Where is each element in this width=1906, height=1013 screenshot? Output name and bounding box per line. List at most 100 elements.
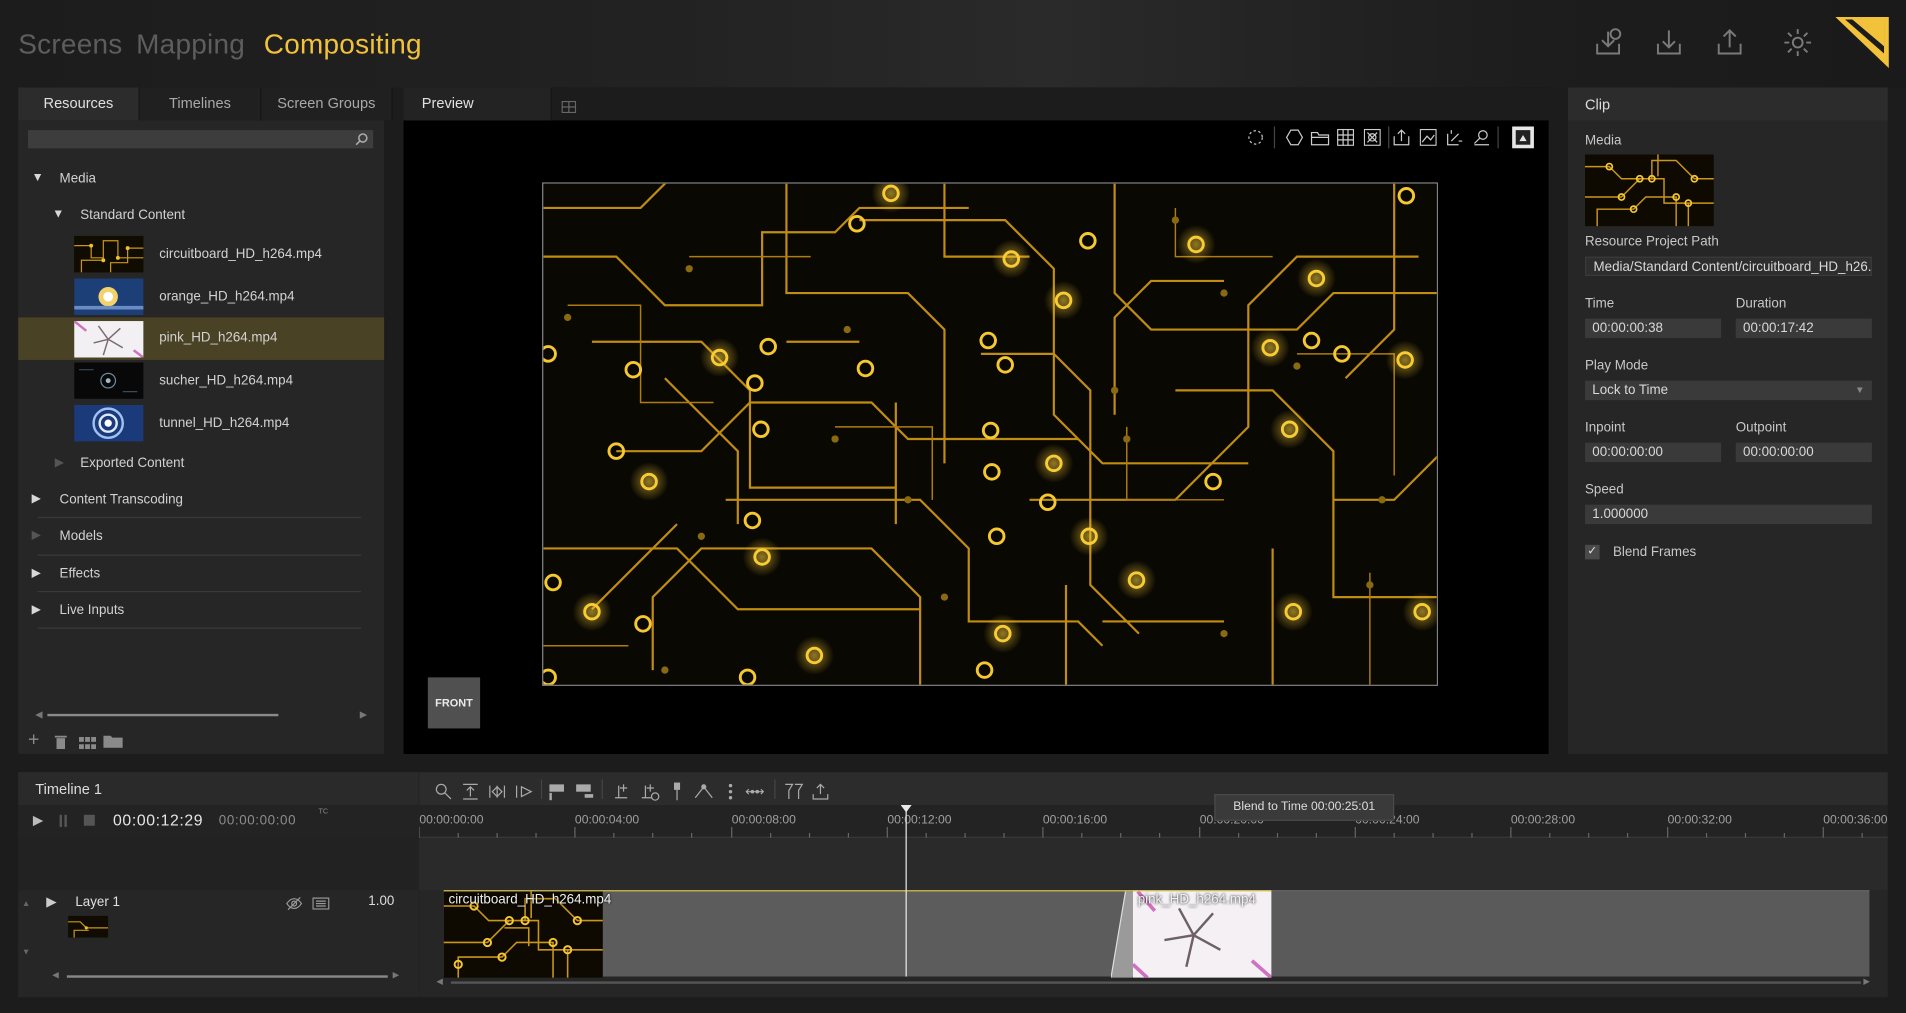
download-history-icon[interactable] [1592,27,1624,59]
layer-scrollbar[interactable] [66,975,388,978]
tree-exported-content[interactable]: Exported Content [80,456,184,471]
time-field[interactable]: 00:00:00:38 [1585,318,1722,339]
timeline-clip[interactable]: circuitboard_HD_h264.mp4 [443,890,1133,978]
play-button[interactable]: ▶ [33,812,43,829]
duration-field[interactable]: 00:00:17:42 [1735,318,1872,339]
add-icon[interactable]: + [28,730,39,752]
download-icon[interactable] [1653,27,1685,59]
list-item[interactable]: circuitboard_HD_h264.mp4 [18,233,384,274]
blend-frames-checkbox[interactable]: ✓ [1585,544,1600,560]
filter-icon[interactable] [784,782,804,801]
upload-icon[interactable] [1714,27,1746,59]
remove-track-icon[interactable] [575,782,594,801]
tab-resources[interactable]: Resources [18,87,140,121]
curve-icon[interactable] [694,782,713,801]
layer-header[interactable]: ▲ ▼ ▶ Layer 1 1.00 ◀ ▶ [18,890,419,998]
timeline-clip[interactable]: pink_HD_h264.mp4 [1132,890,1272,978]
snap-icon[interactable] [514,782,533,801]
blend-transition[interactable] [1110,891,1133,978]
expand-media-triangle[interactable]: ▼ [32,171,44,184]
list-item-selected[interactable]: pink_HD_h264.mp4 [18,317,385,360]
timeline-hscrollbar[interactable] [450,981,1861,984]
search-input[interactable] [27,130,374,149]
trash-icon[interactable] [54,733,67,755]
mask-icon[interactable] [1363,128,1381,146]
scroll-right-arrow[interactable]: ▶ [360,709,367,720]
expand-exported-content-triangle[interactable]: ▶ [55,456,64,469]
scroll-up-arrow[interactable]: ▲ [22,900,30,909]
expand-standard-content-triangle[interactable]: ▼ [52,208,64,221]
preview-select-icon[interactable] [1512,126,1534,149]
hexagon-icon[interactable] [1285,129,1304,146]
tree-live-inputs[interactable]: Live Inputs [60,603,125,618]
playhead-handle[interactable] [900,805,912,813]
play-mode-select[interactable]: Lock to Time ▼ [1585,380,1872,401]
scroll-right-arrow[interactable]: ▶ [1863,977,1870,987]
rotate-icon[interactable] [1247,129,1264,146]
export-timeline-icon[interactable] [811,782,830,801]
timecode-display[interactable]: 00:00:12:29 [113,811,203,829]
expand-effects-triangle[interactable]: ▶ [32,567,41,580]
preview-canvas[interactable] [542,182,1438,686]
outpoint-field[interactable]: 00:00:00:00 [1735,442,1872,463]
vertical-dots-icon[interactable] [721,782,740,801]
marker-icon[interactable] [667,782,686,801]
tab-timelines[interactable]: Timelines [139,87,262,121]
export-view-icon[interactable] [1393,129,1410,146]
zoom-icon[interactable] [434,782,453,801]
list-item[interactable]: orange_HD_h264.mp4 [18,276,384,317]
expand-content-transcoding-triangle[interactable]: ▶ [32,493,41,506]
scroll-left-arrow[interactable]: ◀ [436,977,443,987]
layer-opacity[interactable]: 1.00 [368,894,394,909]
tree-effects[interactable]: Effects [60,567,101,582]
tree-content-transcoding[interactable]: Content Transcoding [60,493,183,508]
add-cue-icon[interactable] [614,782,633,801]
stop-button[interactable] [83,814,95,826]
fit-vertical-icon[interactable] [461,782,480,801]
pause-button[interactable] [59,814,67,827]
scroll-left-arrow[interactable]: ◀ [52,970,59,981]
playhead[interactable] [905,805,907,977]
tab-compositing[interactable]: Compositing [264,28,422,61]
gear-icon[interactable] [1782,27,1814,59]
tab-preview[interactable]: Preview [403,87,552,121]
horizontal-expand-icon[interactable] [745,782,765,801]
tree-models[interactable]: Models [60,529,103,544]
grid-view-icon[interactable] [1337,128,1355,146]
image-icon[interactable] [1419,128,1437,146]
layer-track[interactable]: circuitboard_HD_h264.mp4 pink_HD_h264.mp… [419,890,1888,998]
speed-field[interactable]: 1.000000 [1585,504,1872,525]
expand-layer-triangle[interactable]: ▶ [46,894,56,910]
tab-screen-groups[interactable]: Screen Groups [261,87,393,121]
list-item[interactable]: sucher_HD_h264.mp4 [18,360,384,401]
timecode-offset[interactable]: 00:00:00:00 [219,814,296,829]
scroll-down-arrow[interactable]: ▼ [22,949,30,958]
folder-view-icon[interactable] [1310,129,1330,146]
scroll-left-arrow[interactable]: ◀ [35,709,42,720]
resource-path-field[interactable]: Media/Standard Content/circuitboard_HD_h… [1585,256,1872,277]
expand-live-inputs-triangle[interactable]: ▶ [32,603,41,616]
layer-name[interactable]: Layer 1 [75,895,120,910]
zoom-fit-icon[interactable] [1473,129,1490,146]
grid-icon[interactable] [79,733,97,755]
time-ruler[interactable]: 00:00:00:00 00:00:04:00 00:00:08:00 00:0… [419,805,1888,838]
tab-mapping[interactable]: Mapping [136,28,245,61]
visibility-off-icon[interactable] [286,896,303,911]
horizontal-scrollbar[interactable] [47,713,279,717]
inpoint-field[interactable]: 00:00:00:00 [1585,442,1722,463]
tab-screens[interactable]: Screens [18,28,122,61]
expand-models-triangle[interactable]: ▶ [32,529,41,542]
layout-toggle-icon[interactable] [561,97,577,119]
tree-media[interactable]: Media [60,171,96,186]
media-thumbnail[interactable] [1585,154,1714,227]
fit-horizontal-icon[interactable] [487,782,506,801]
folder-icon[interactable] [103,732,123,754]
list-item[interactable]: tunnel_HD_h264.mp4 [18,403,384,444]
layer-settings-icon[interactable] [312,897,330,910]
add-track-icon[interactable] [548,782,567,801]
add-cue-timed-icon[interactable] [641,782,660,801]
scroll-right-arrow[interactable]: ▶ [393,970,400,981]
crop-icon[interactable] [1446,129,1463,146]
front-view-badge[interactable]: FRONT [427,677,481,729]
tree-standard-content[interactable]: Standard Content [80,208,185,223]
